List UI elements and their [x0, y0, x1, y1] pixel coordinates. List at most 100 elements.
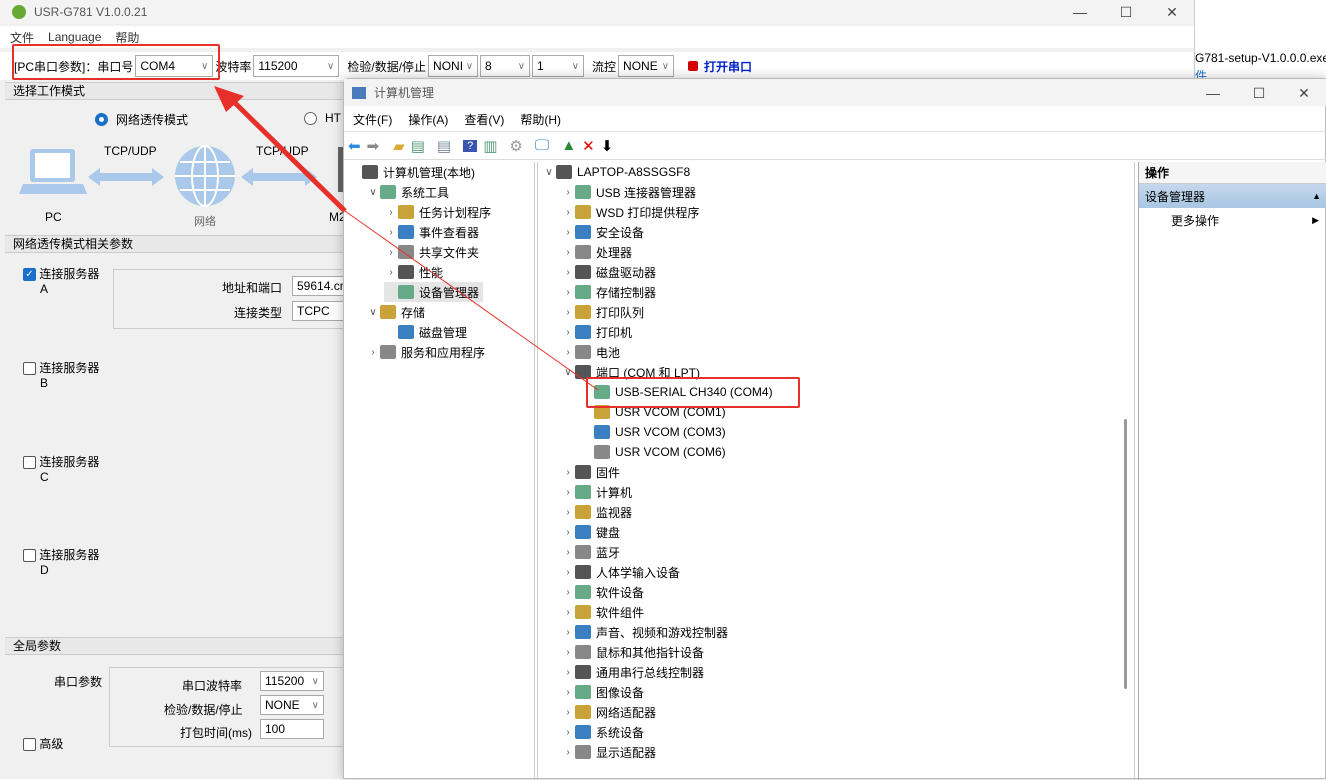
data-bits-select[interactable]: 8 ∨ [480, 55, 531, 77]
update-driver-icon[interactable]: ▲ [561, 137, 576, 154]
radio-transparent[interactable]: 网络透传模式 [95, 111, 188, 128]
tree-item[interactable]: › 共享文件夹 [384, 242, 479, 262]
menu-language[interactable]: Language [48, 30, 101, 44]
chevron-right-icon[interactable]: › [561, 567, 575, 578]
chevron-right-icon[interactable]: › [561, 647, 575, 658]
chevron-right-icon[interactable]: › [384, 247, 398, 258]
server-c-checkbox[interactable]: 连接服务器 C [23, 453, 99, 484]
chevron-right-icon[interactable]: › [561, 607, 575, 618]
devices-item[interactable]: › 显示适配器 [561, 742, 656, 762]
serial-baud-select[interactable]: 115200 ∨ [260, 671, 324, 691]
close-button[interactable]: ✕ [1149, 0, 1195, 24]
tree-item[interactable]: › 事件查看器 [384, 222, 479, 242]
devices-item[interactable]: › USB 连接器管理器 [561, 182, 696, 202]
tree-item[interactable]: › 服务和应用程序 [366, 342, 485, 362]
menu-view[interactable]: 查看(V) [464, 111, 504, 128]
devices-item[interactable]: › 鼠标和其他指针设备 [561, 642, 704, 662]
devices-item[interactable]: › 软件设备 [561, 582, 644, 602]
menu-file[interactable]: 文件(F) [353, 111, 392, 128]
devices-item[interactable]: › WSD 打印提供程序 [561, 202, 699, 222]
devices-item[interactable]: › 键盘 [561, 522, 620, 542]
advanced-checkbox[interactable]: 高级 [23, 735, 63, 752]
devices-item[interactable]: › 蓝牙 [561, 542, 620, 562]
chevron-down-icon[interactable]: ∨ [542, 167, 556, 178]
chevron-down-icon[interactable]: ∨ [366, 187, 380, 198]
chevron-right-icon[interactable]: › [561, 507, 575, 518]
parity-select[interactable]: NONI ∨ [428, 55, 479, 77]
chevron-right-icon[interactable]: › [561, 667, 575, 678]
chevron-right-icon[interactable]: › [561, 707, 575, 718]
show-action-pane-icon[interactable]: ▥ [483, 137, 497, 155]
devices-item[interactable]: ∨ LAPTOP-A8SSGSF8 [542, 162, 690, 182]
devices-item[interactable]: › 通用串行总线控制器 [561, 662, 704, 682]
chevron-right-icon[interactable]: › [561, 747, 575, 758]
tree-item[interactable]: ∨ 存储 [366, 302, 425, 322]
forward-arrow-icon[interactable]: ➡ [367, 137, 380, 155]
scan-hardware-icon[interactable]: ⚙ [509, 137, 522, 155]
tree-item[interactable]: 计算机管理(本地) [348, 162, 475, 182]
devices-item[interactable]: › 图像设备 [561, 682, 644, 702]
flow-select[interactable]: NONE ∨ [618, 55, 675, 77]
tree-item[interactable]: 磁盘管理 [384, 322, 467, 342]
chevron-right-icon[interactable]: › [561, 547, 575, 558]
uninstall-icon[interactable]: ✕ [582, 137, 595, 155]
chevron-right-icon[interactable]: › [561, 187, 575, 198]
chevron-right-icon[interactable]: › [561, 327, 575, 338]
chevron-right-icon[interactable]: › [384, 207, 398, 218]
tree-item[interactable]: › 性能 [384, 262, 443, 282]
chevron-right-icon[interactable]: › [366, 347, 380, 358]
more-actions-item[interactable]: 更多操作 ▶ [1139, 208, 1326, 232]
pack-time-input[interactable]: 100 [260, 719, 324, 739]
devices-item[interactable]: › 电池 [561, 342, 620, 362]
chevron-right-icon[interactable]: › [561, 247, 575, 258]
minimize-button[interactable]: — [1057, 0, 1103, 24]
devices-item[interactable]: › 系统设备 [561, 722, 644, 742]
scrollbar[interactable] [1124, 419, 1127, 689]
devices-item[interactable]: › 安全设备 [561, 222, 644, 242]
tree-item[interactable]: ∨ 系统工具 [366, 182, 449, 202]
chevron-right-icon[interactable]: › [561, 527, 575, 538]
devices-item[interactable]: › 声音、视频和游戏控制器 [561, 622, 728, 642]
devices-item[interactable]: › 打印队列 [561, 302, 644, 322]
chevron-right-icon[interactable]: › [561, 207, 575, 218]
radio-http[interactable]: HT [304, 111, 341, 125]
server-d-checkbox[interactable]: 连接服务器 D [23, 546, 99, 577]
close-button[interactable]: ✕ [1281, 81, 1326, 105]
devices-item[interactable]: › 网络适配器 [561, 702, 656, 722]
chevron-right-icon[interactable]: › [384, 267, 398, 278]
actions-section-device-manager[interactable]: 设备管理器 ▲ [1139, 184, 1326, 208]
chevron-right-icon[interactable]: › [561, 687, 575, 698]
devices-item[interactable]: › 处理器 [561, 242, 632, 262]
menu-help[interactable]: 帮助 [115, 29, 139, 46]
serial-parity-select[interactable]: NONE ∨ [260, 695, 324, 715]
chevron-right-icon[interactable]: › [561, 587, 575, 598]
stop-bits-select[interactable]: 1 ∨ [532, 55, 585, 77]
baud-select[interactable]: 115200 ∨ [253, 55, 340, 77]
devices-item[interactable]: › 存储控制器 [561, 282, 656, 302]
chevron-down-icon[interactable]: ∨ [366, 307, 380, 318]
devices-item[interactable]: USR VCOM (COM3) [580, 422, 726, 442]
chevron-right-icon[interactable]: › [561, 307, 575, 318]
minimize-button[interactable]: — [1190, 81, 1236, 105]
maximize-button[interactable]: ☐ [1236, 81, 1282, 105]
chevron-right-icon[interactable]: › [561, 727, 575, 738]
devices-item[interactable]: › 人体学输入设备 [561, 562, 680, 582]
menu-file[interactable]: 文件 [10, 29, 34, 46]
maximize-button[interactable]: ☐ [1103, 0, 1149, 24]
tree-item[interactable]: 设备管理器 [384, 282, 484, 302]
download-icon[interactable]: ⬇ [601, 137, 614, 155]
chevron-right-icon[interactable]: › [561, 627, 575, 638]
devices-item[interactable]: › 软件组件 [561, 602, 644, 622]
server-a-checkbox[interactable]: ✓ 连接服务器 A [23, 265, 99, 296]
chevron-down-icon[interactable]: ∨ [561, 367, 575, 378]
properties-icon[interactable]: ▤ [437, 137, 451, 155]
menu-action[interactable]: 操作(A) [408, 111, 448, 128]
chevron-right-icon[interactable]: › [561, 467, 575, 478]
up-folder-icon[interactable]: ▰ [393, 137, 405, 155]
back-arrow-icon[interactable]: ⬅ [348, 137, 361, 155]
devices-item[interactable]: › 固件 [561, 462, 620, 482]
devices-item[interactable]: › 计算机 [561, 482, 632, 502]
devices-item[interactable]: USR VCOM (COM6) [580, 442, 726, 462]
chevron-right-icon[interactable]: › [561, 487, 575, 498]
chevron-right-icon[interactable]: › [561, 347, 575, 358]
